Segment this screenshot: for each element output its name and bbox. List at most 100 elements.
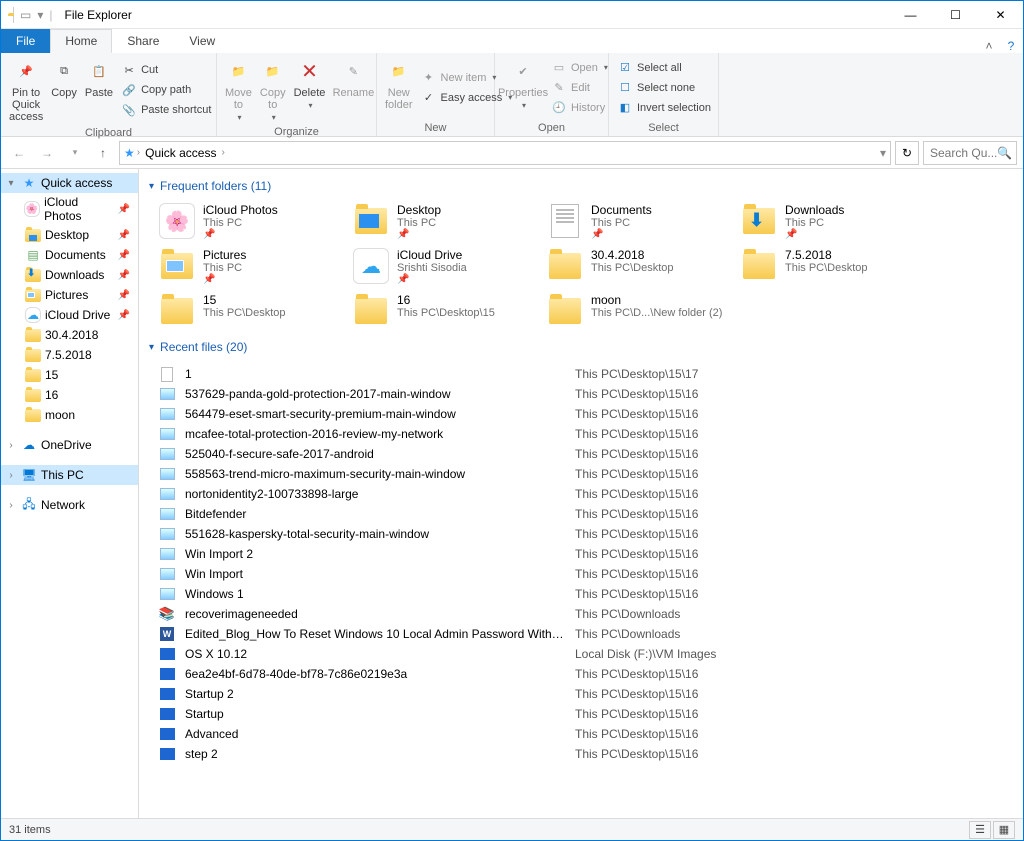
folder-location: This PC [591, 217, 652, 229]
recent-file-row[interactable]: 558563-trend-micro-maximum-security-main… [159, 464, 1003, 484]
recent-file-row[interactable]: Startup This PC\Desktop\15\16 [159, 704, 1003, 724]
paste-button[interactable]: 📋Paste [81, 55, 117, 125]
nav-item-30-4-2018[interactable]: 30.4.2018 [1, 325, 138, 345]
move-to-button[interactable]: 📁Move to▾ [221, 55, 256, 124]
file-path: This PC\Desktop\15\16 [575, 727, 698, 741]
file-icon [159, 426, 175, 442]
nav-item-downloads[interactable]: ⬇Downloads📌 [1, 265, 138, 285]
nav-item-icloud-photos[interactable]: 🌸iCloud Photos📌 [1, 193, 138, 225]
crumb-sep[interactable]: › [137, 147, 140, 158]
folder-item[interactable]: Pictures This PC 📌 [159, 248, 349, 285]
delete-button[interactable]: ✕Delete▾ [290, 55, 330, 124]
folder-item[interactable]: moon This PC\D...\New folder (2) [547, 293, 737, 330]
invert-selection-button[interactable]: ◧Invert selection [613, 99, 715, 117]
nav-onedrive[interactable]: ›☁OneDrive [1, 435, 138, 455]
close-button[interactable]: ✕ [978, 1, 1023, 29]
forward-button[interactable]: → [35, 141, 59, 165]
refresh-button[interactable]: ↻ [895, 141, 919, 165]
new-folder-button[interactable]: 📁New folder [381, 55, 417, 120]
nav-item-icloud-drive[interactable]: ☁iCloud Drive📌 [1, 305, 138, 325]
recent-file-row[interactable]: Bitdefender This PC\Desktop\15\16 [159, 504, 1003, 524]
recent-files-header[interactable]: ▾ Recent files (20) [139, 334, 1023, 360]
recent-file-row[interactable]: 📚 recoverimageneeded This PC\Downloads [159, 604, 1003, 624]
address-bar[interactable]: ★ › Quick access › ▾ [119, 141, 891, 165]
tab-view[interactable]: View [174, 29, 230, 53]
recent-file-row[interactable]: Win Import 2 This PC\Desktop\15\16 [159, 544, 1003, 564]
recent-file-row[interactable]: step 2 This PC\Desktop\15\16 [159, 744, 1003, 764]
recent-file-row[interactable]: Win Import This PC\Desktop\15\16 [159, 564, 1003, 584]
recent-file-row[interactable]: 1 This PC\Desktop\15\17 [159, 364, 1003, 384]
nav-item-16[interactable]: 16 [1, 385, 138, 405]
group-select-label: Select [609, 122, 718, 136]
recent-file-row[interactable]: 525040-f-secure-safe-2017-android This P… [159, 444, 1003, 464]
up-button[interactable]: ↑ [91, 141, 115, 165]
folder-item[interactable]: Documents This PC 📌 [547, 203, 737, 240]
nav-item-7-5-2018[interactable]: 7.5.2018 [1, 345, 138, 365]
nav-item-documents[interactable]: ▤Documents📌 [1, 245, 138, 265]
recent-file-row[interactable]: Advanced This PC\Desktop\15\16 [159, 724, 1003, 744]
recent-file-row[interactable]: Startup 2 This PC\Desktop\15\16 [159, 684, 1003, 704]
folder-item[interactable]: 7.5.2018 This PC\Desktop [741, 248, 931, 285]
back-button[interactable]: ← [7, 141, 31, 165]
qat-new-icon[interactable]: ▭ [20, 8, 31, 22]
folder-item[interactable]: ☁ iCloud Drive Srishti Sisodia 📌 [353, 248, 543, 285]
details-view-button[interactable]: ☰ [969, 821, 991, 839]
search-box[interactable]: 🔍 [923, 141, 1017, 165]
tab-home[interactable]: Home [50, 29, 112, 53]
file-name: 551628-kaspersky-total-security-main-win… [185, 527, 565, 541]
recent-file-row[interactable]: OS X 10.12 Local Disk (F:)\VM Images [159, 644, 1003, 664]
folder-item[interactable]: ⬇ Downloads This PC 📌 [741, 203, 931, 240]
copy-to-button[interactable]: 📁Copy to▾ [256, 55, 290, 124]
cut-button[interactable]: ✂Cut [117, 61, 215, 79]
file-name: 558563-trend-micro-maximum-security-main… [185, 467, 565, 481]
help-button[interactable]: ? [999, 39, 1023, 53]
rename-button[interactable]: ✎Rename [329, 55, 377, 124]
folder-item[interactable]: 16 This PC\Desktop\15 [353, 293, 543, 330]
history-button[interactable]: 🕘History [547, 99, 612, 117]
pc-icon: 🖥 [21, 467, 37, 483]
nav-quick-access[interactable]: ▾ ★ Quick access [1, 173, 138, 193]
recent-locations-button[interactable]: ▾ [63, 141, 87, 165]
nav-item-pictures[interactable]: Pictures📌 [1, 285, 138, 305]
nav-item-15[interactable]: 15 [1, 365, 138, 385]
breadcrumb-root[interactable]: Quick access [142, 146, 219, 160]
folder-name: moon [591, 293, 722, 307]
pin-indicator: 📌 [591, 229, 652, 240]
crumb-sep-2[interactable]: › [221, 147, 224, 158]
recent-file-row[interactable]: nortonidentity2-100733898-large This PC\… [159, 484, 1003, 504]
folder-item[interactable]: 🌸 iCloud Photos This PC 📌 [159, 203, 349, 240]
recent-file-row[interactable]: W Edited_Blog_How To Reset Windows 10 Lo… [159, 624, 1003, 644]
recent-file-row[interactable]: 551628-kaspersky-total-security-main-win… [159, 524, 1003, 544]
folder-item[interactable]: Desktop This PC 📌 [353, 203, 543, 240]
nav-network[interactable]: ›🖧Network [1, 495, 138, 515]
recent-file-row[interactable]: 6ea2e4bf-6d78-40de-bf78-7c86e0219e3a Thi… [159, 664, 1003, 684]
nav-this-pc[interactable]: ›🖥This PC [1, 465, 138, 485]
expand-icon[interactable]: ▾ [5, 178, 17, 189]
recent-file-row[interactable]: Windows 1 This PC\Desktop\15\16 [159, 584, 1003, 604]
tab-file[interactable]: File [1, 29, 50, 53]
maximize-button[interactable]: ☐ [933, 1, 978, 29]
select-none-button[interactable]: ☐Select none [613, 79, 715, 97]
minimize-button[interactable]: — [888, 1, 933, 29]
recent-file-row[interactable]: 564479-eset-smart-security-premium-main-… [159, 404, 1003, 424]
paste-shortcut-button[interactable]: 📎Paste shortcut [117, 101, 215, 119]
ribbon-collapse-button[interactable]: ˄ [979, 39, 999, 53]
thumbnails-view-button[interactable]: ▦ [993, 821, 1015, 839]
nav-item-desktop[interactable]: Desktop📌 [1, 225, 138, 245]
recent-file-row[interactable]: mcafee-total-protection-2016-review-my-n… [159, 424, 1003, 444]
select-all-button[interactable]: ☑Select all [613, 59, 715, 77]
edit-button[interactable]: ✎Edit [547, 79, 612, 97]
addr-dropdown-button[interactable]: ▾ [880, 146, 886, 160]
pin-quick-access-button[interactable]: 📌Pin to Quick access [5, 55, 47, 125]
properties-button[interactable]: ✔Properties▾ [499, 55, 547, 120]
tab-share[interactable]: Share [112, 29, 174, 53]
copy-path-button[interactable]: 🔗Copy path [117, 81, 215, 99]
qat-properties-icon[interactable]: ▾ [37, 8, 43, 22]
folder-item[interactable]: 30.4.2018 This PC\Desktop [547, 248, 737, 285]
nav-item-moon[interactable]: moon [1, 405, 138, 425]
recent-file-row[interactable]: 537629-panda-gold-protection-2017-main-w… [159, 384, 1003, 404]
copy-button[interactable]: ⧉Copy [47, 55, 81, 125]
open-button[interactable]: ▭Open▾ [547, 59, 612, 77]
frequent-folders-header[interactable]: ▾ Frequent folders (11) [139, 173, 1023, 199]
folder-item[interactable]: 15 This PC\Desktop [159, 293, 349, 330]
